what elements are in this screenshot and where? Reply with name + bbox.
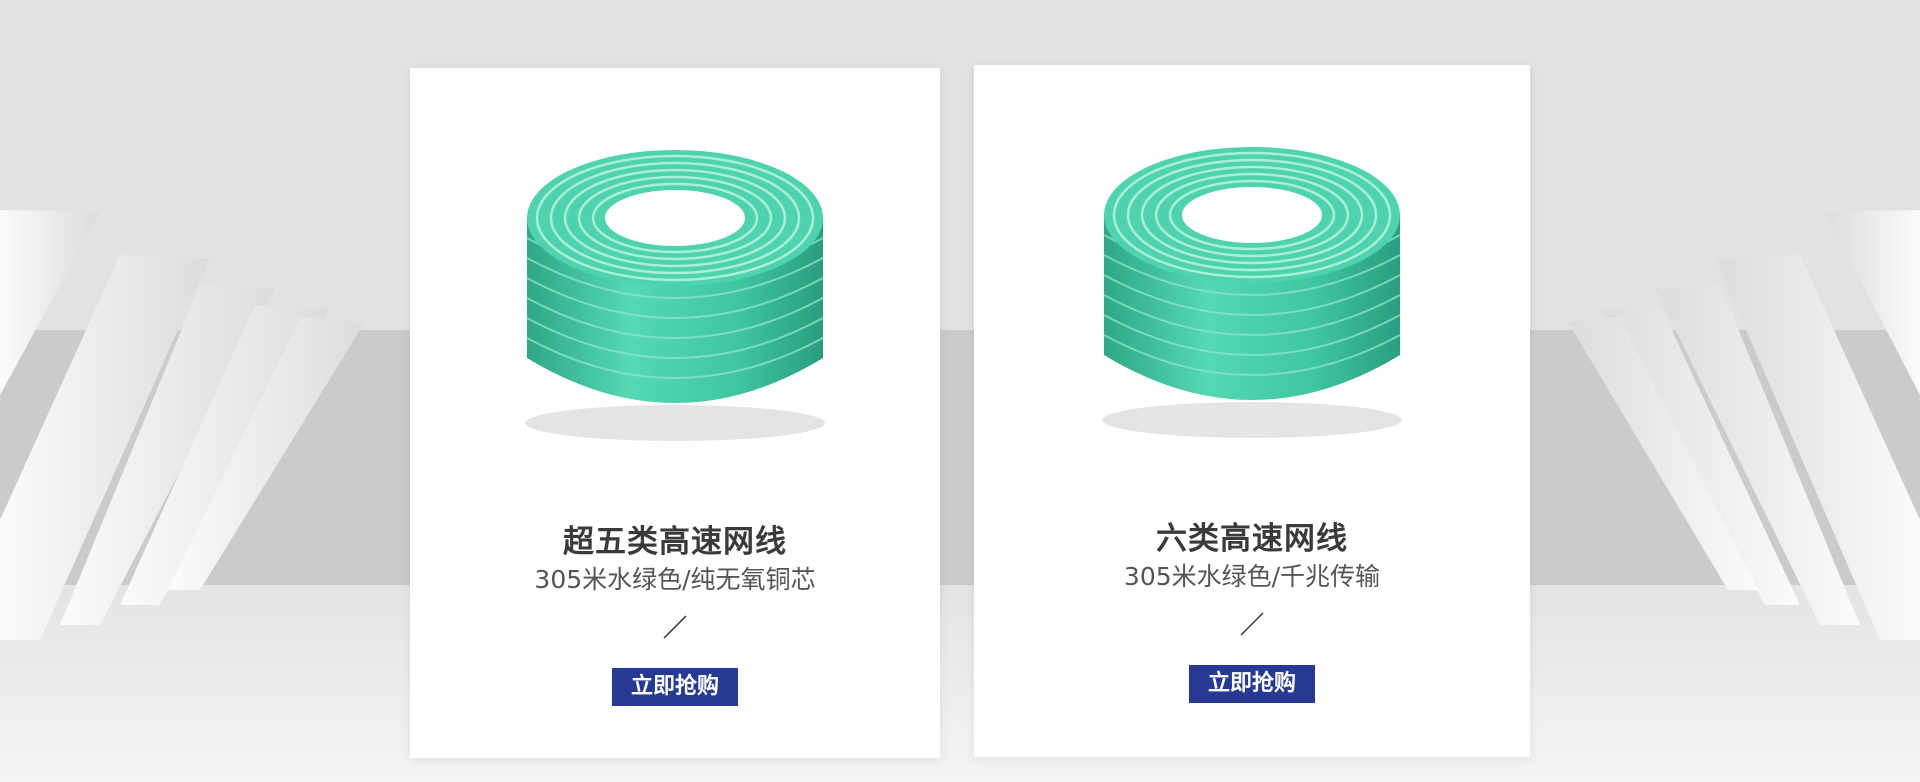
cable-coil-icon bbox=[1102, 147, 1402, 438]
background-panels bbox=[0, 0, 1920, 782]
product-title: 超五类高速网线 bbox=[563, 524, 787, 560]
product-title: 六类高速网线 bbox=[1156, 521, 1348, 557]
product-card[interactable]: 超五类高速网线 305米水绿色/纯无氧铜芯 立即抢购 bbox=[410, 68, 940, 758]
slash-divider-icon bbox=[663, 615, 687, 639]
product-card[interactable]: 六类高速网线 305米水绿色/千兆传输 立即抢购 bbox=[974, 65, 1530, 757]
buy-now-button[interactable]: 立即抢购 bbox=[1189, 665, 1315, 703]
slash-divider-icon bbox=[1240, 612, 1264, 636]
cable-coil-icon bbox=[525, 150, 825, 441]
product-subtitle: 305米水绿色/纯无氧铜芯 bbox=[534, 565, 816, 594]
buy-now-button[interactable]: 立即抢购 bbox=[612, 668, 738, 706]
product-subtitle: 305米水绿色/千兆传输 bbox=[1123, 562, 1381, 591]
product-banner: 超五类高速网线 305米水绿色/纯无氧铜芯 立即抢购 六类高速网线 305米水绿… bbox=[0, 0, 1920, 782]
